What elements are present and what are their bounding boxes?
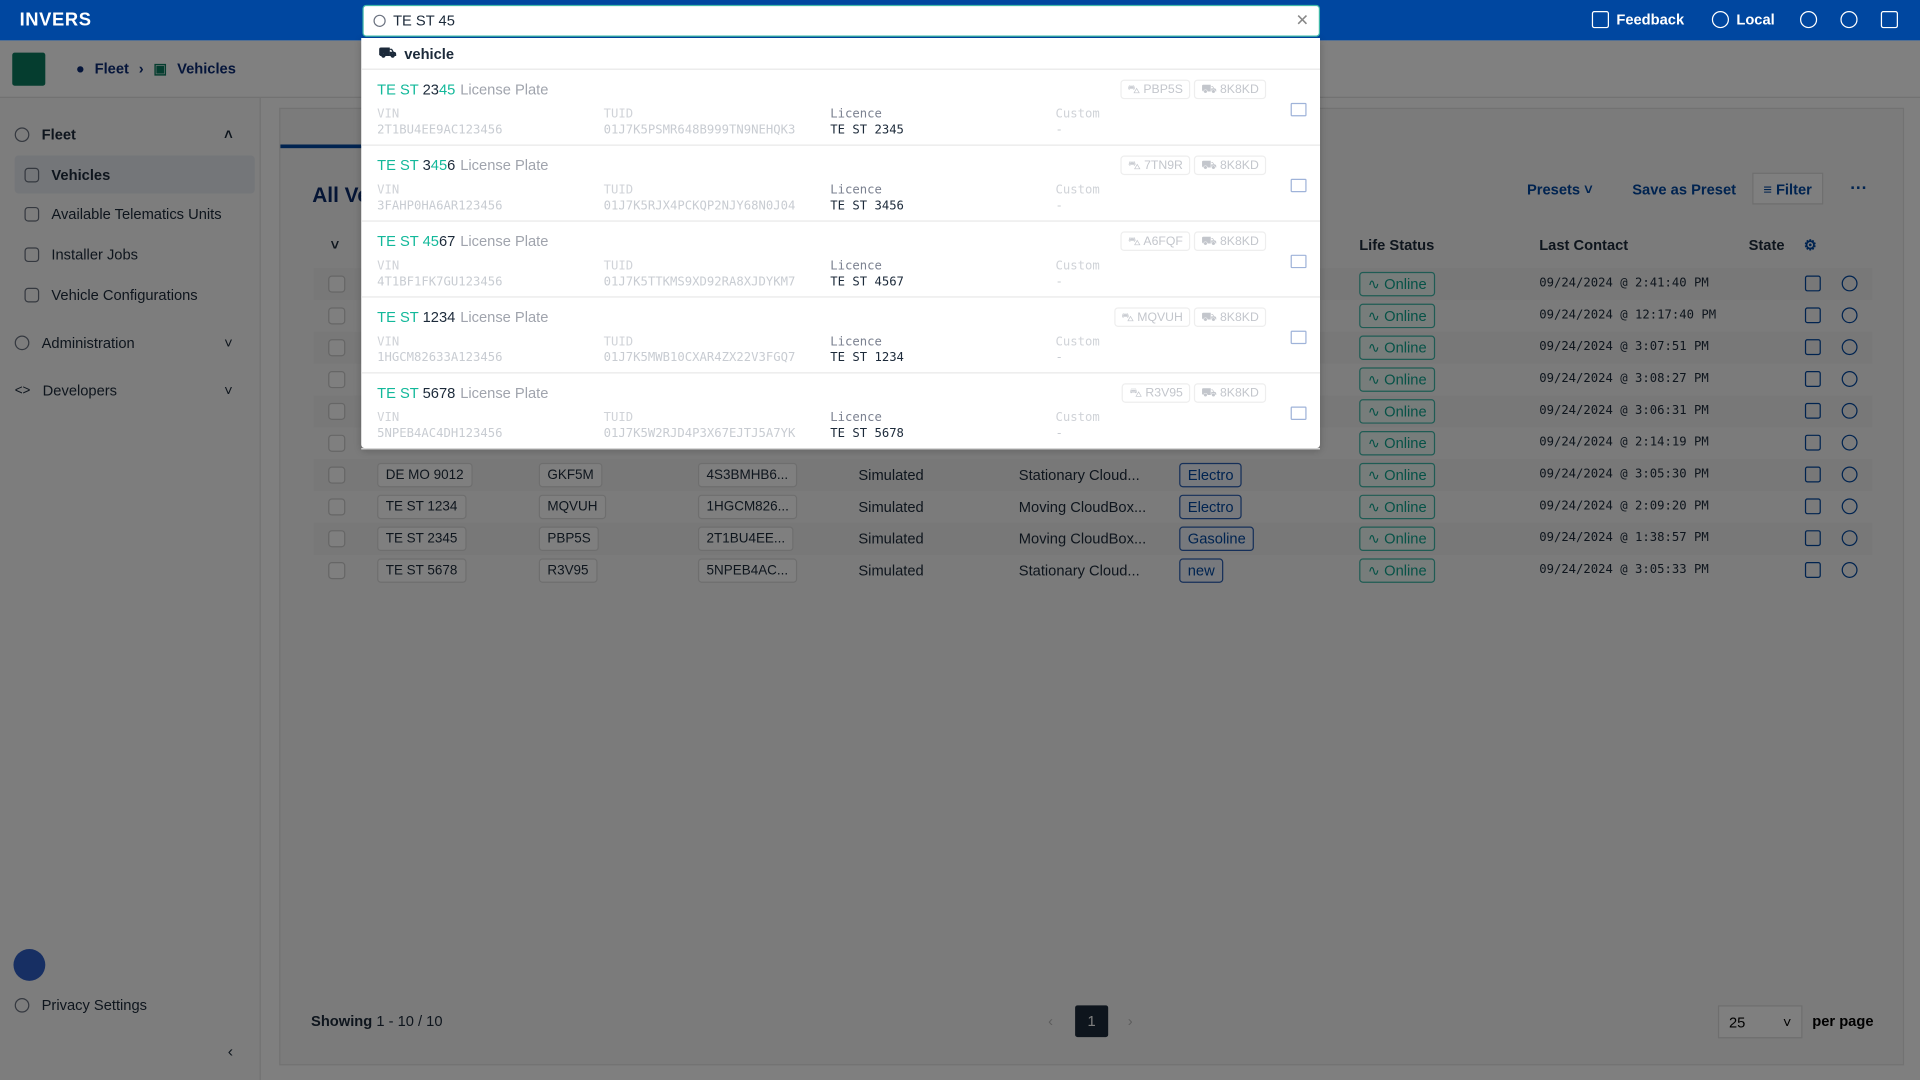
feedback-button[interactable]: Feedback: [1591, 11, 1684, 29]
tuid-label: TUID: [603, 183, 634, 198]
breadcrumb-fleet[interactable]: Fleet: [95, 60, 129, 77]
tuid-label: TUID: [603, 411, 634, 425]
licence-value: TE ST 4567: [830, 275, 904, 289]
tuid-label: TUID: [603, 335, 634, 349]
details-icon[interactable]: [1290, 330, 1307, 345]
user-icon: [1840, 11, 1858, 29]
result-title: TE ST 5678 License Plate: [377, 384, 549, 402]
telematics-chip: ⛟ 8K8KD: [1193, 231, 1267, 252]
custom-value: -: [1055, 351, 1063, 365]
custom-value: -: [1055, 275, 1063, 289]
vin-value: 1HGCM82633A123456: [377, 351, 503, 365]
custom-label: Custom: [1055, 259, 1100, 274]
clear-icon[interactable]: ✕: [1296, 11, 1309, 31]
car-chip: ⛍ R3V95: [1122, 383, 1191, 403]
result-title: TE ST 2345 License Plate: [377, 80, 549, 98]
vin-label: VIN: [377, 259, 400, 274]
tuid-value: 01J7K5W2RJD4P3X67EJTJ5A7YK: [603, 427, 796, 441]
licence-label: Licence: [830, 107, 882, 122]
vin-value: 2T1BU4EE9AC123456: [377, 123, 503, 138]
vin-value: 5NPEB4AC4DH123456: [377, 427, 503, 441]
chevron-right-icon: ›: [138, 60, 144, 78]
tuid-label: TUID: [603, 107, 634, 122]
tuid-value: 01J7K5RJX4PCKQP2NJY68N0J04: [603, 199, 796, 214]
tuid-value: 01J7K5TTKMS9XD92RA8XJDYKM7: [603, 275, 796, 289]
vin-label: VIN: [377, 411, 400, 425]
globe-icon: ●: [75, 60, 85, 78]
licence-value: TE ST 1234: [830, 351, 904, 365]
details-icon[interactable]: [1290, 254, 1307, 269]
telematics-chip: ⛟ 8K8KD: [1193, 383, 1267, 403]
telematics-chip: ⛟ 8K8KD: [1193, 79, 1267, 100]
custom-value: -: [1055, 199, 1063, 214]
breadcrumb-vehicles[interactable]: Vehicles: [177, 60, 236, 77]
details-icon[interactable]: [1290, 406, 1307, 421]
telematics-chip: ⛟ 8K8KD: [1193, 307, 1267, 327]
vin-value: 3FAHP0HA6AR123456: [377, 199, 503, 214]
search-result-item[interactable]: TE ST 5678 License Plate ⛍ R3V95 ⛟ 8K8KD …: [361, 373, 1321, 450]
result-title: TE ST 1234 License Plate: [377, 308, 549, 326]
vin-label: VIN: [377, 107, 400, 122]
search-result-item[interactable]: TE ST 4567 License Plate ⛍ A6FQF ⛟ 8K8KD …: [361, 222, 1321, 298]
custom-label: Custom: [1055, 107, 1100, 122]
locale-button[interactable]: Local: [1711, 11, 1775, 29]
licence-value: TE ST 3456: [830, 199, 904, 214]
vehicles-icon: ▣: [153, 60, 168, 78]
details-icon[interactable]: [1290, 102, 1307, 117]
tuid-value: 01J7K5PSMR648B999TN9NEHQK3: [603, 123, 796, 138]
licence-label: Licence: [830, 183, 882, 198]
breadcrumb-trail: ● Fleet › ▣ Vehicles: [76, 60, 236, 77]
logout-icon: [1880, 11, 1898, 29]
search-result-item[interactable]: TE ST 1234 License Plate ⛍ MQVUH ⛟ 8K8KD …: [361, 298, 1321, 374]
logout-button[interactable]: [1880, 11, 1898, 29]
help-icon: [1800, 11, 1818, 29]
vehicle-icon: ⛟: [378, 43, 397, 61]
vin-label: VIN: [377, 335, 400, 349]
vin-value: 4T1BF1FK7GU123456: [377, 275, 503, 289]
vin-label: VIN: [377, 183, 400, 198]
custom-label: Custom: [1055, 335, 1100, 349]
licence-value: TE ST 2345: [830, 123, 904, 138]
custom-value: -: [1055, 427, 1063, 441]
details-icon[interactable]: [1290, 178, 1307, 193]
search-icon: [373, 14, 386, 27]
custom-label: Custom: [1055, 183, 1100, 198]
result-title: TE ST 3456 License Plate: [377, 156, 549, 174]
car-chip: ⛍ 7TN9R: [1120, 155, 1191, 176]
car-chip: ⛍ MQVUH: [1113, 307, 1191, 327]
car-chip: ⛍ A6FQF: [1120, 231, 1191, 252]
user-button[interactable]: [1840, 11, 1858, 29]
licence-label: Licence: [830, 411, 882, 425]
tuid-label: TUID: [603, 259, 634, 274]
result-title: TE ST 4567 License Plate: [377, 232, 549, 250]
app-logo: [12, 52, 46, 86]
invers-logo: INVERS: [19, 9, 92, 31]
help-button[interactable]: [1800, 11, 1818, 29]
telematics-chip: ⛟ 8K8KD: [1193, 155, 1267, 176]
licence-label: Licence: [830, 335, 882, 349]
custom-value: -: [1055, 123, 1063, 138]
custom-label: Custom: [1055, 411, 1100, 425]
licence-value: TE ST 5678: [830, 427, 904, 441]
globe-icon: [1711, 11, 1729, 29]
edit-icon: [1591, 11, 1609, 29]
tuid-value: 01J7K5MWB10CXAR4ZX22V3FGQ7: [603, 351, 796, 365]
search-result-item[interactable]: TE ST 3456 License Plate ⛍ 7TN9R ⛟ 8K8KD …: [361, 146, 1321, 222]
search-input[interactable]: [393, 12, 1289, 30]
search-results-dropdown: ⛟ vehicle TE ST 2345 License Plate ⛍ PBP5S…: [361, 37, 1321, 450]
search-result-item[interactable]: TE ST 2345 License Plate ⛍ PBP5S ⛟ 8K8KD …: [361, 70, 1321, 146]
car-chip: ⛍ PBP5S: [1119, 79, 1191, 100]
global-search[interactable]: ✕: [362, 4, 1321, 37]
results-group-header: ⛟ vehicle: [361, 38, 1321, 70]
licence-label: Licence: [830, 259, 882, 274]
